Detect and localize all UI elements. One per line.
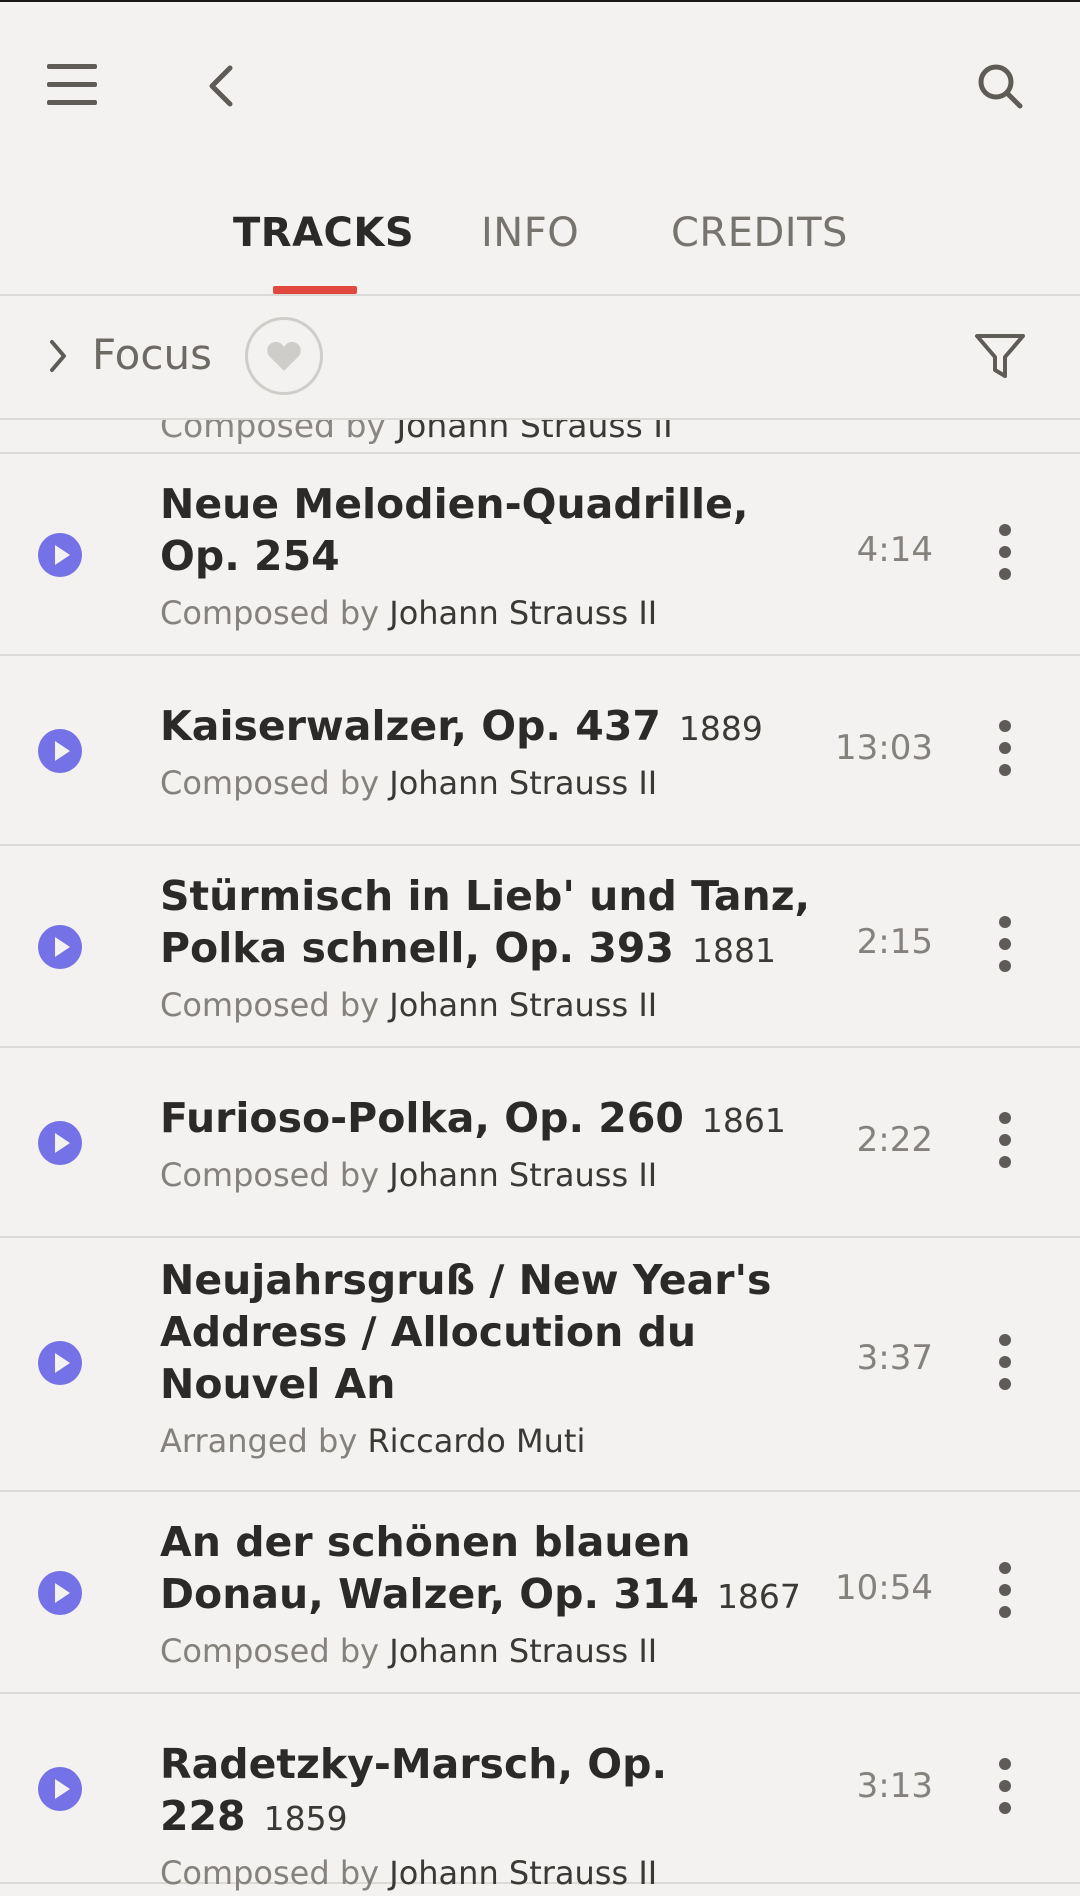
track-year: 1889	[678, 709, 763, 748]
hamburger-menu-icon[interactable]	[44, 60, 100, 110]
track-duration: 4:14	[856, 530, 933, 570]
track-row[interactable]: Kaiserwalzer, Op. 437 1889 Composed by Jo…	[0, 656, 1080, 846]
more-options-icon[interactable]	[992, 1560, 1018, 1620]
chevron-right-icon	[50, 340, 66, 372]
track-info: Radetzky-Marsch, Op. 228 1859 Composed by…	[160, 1738, 820, 1893]
tab-bar: TRACKS INFO CREDITS	[0, 190, 1080, 296]
track-row[interactable]: Neue Melodien-Quadrille, Op. 254 Compose…	[0, 454, 1080, 656]
track-duration: 2:15	[856, 922, 933, 962]
play-icon[interactable]	[37, 532, 83, 578]
track-info: Furioso-Polka, Op. 260 1861 Composed by J…	[160, 1092, 820, 1195]
play-icon[interactable]	[37, 1120, 83, 1166]
track-credit: Composed by Johann Strauss II	[160, 1632, 658, 1670]
track-credit: Arranged by Riccardo Muti	[160, 1422, 586, 1460]
track-title: Stürmisch in Lieb' und Tanz, Polka schne…	[160, 872, 811, 972]
track-year: 1861	[701, 1101, 786, 1140]
track-credit: Composed by Johann Strauss II	[160, 594, 658, 632]
track-year: 1881	[691, 931, 776, 970]
play-icon[interactable]	[37, 1570, 83, 1616]
top-app-bar	[0, 2, 1080, 170]
track-title: An der schönen blauen Donau, Walzer, Op.…	[160, 1518, 801, 1618]
play-icon[interactable]	[37, 924, 83, 970]
track-duration: 10:54	[835, 1568, 933, 1608]
track-info: Neue Melodien-Quadrille, Op. 254 Compose…	[160, 478, 820, 633]
track-year: 1867	[716, 1577, 801, 1616]
more-options-icon[interactable]	[992, 1110, 1018, 1170]
filter-bar: Focus	[0, 296, 1080, 420]
track-row[interactable]: Furioso-Polka, Op. 260 1861 Composed by J…	[0, 1048, 1080, 1238]
track-credit: Composed by Johann Strauss II	[160, 420, 673, 445]
track-title: Neue Melodien-Quadrille, Op. 254	[160, 480, 749, 580]
track-row[interactable]: Neujahrsgruß / New Year's Address / Allo…	[0, 1238, 1080, 1492]
heart-icon	[267, 341, 301, 371]
more-options-icon[interactable]	[992, 1756, 1018, 1816]
filter-icon[interactable]	[972, 328, 1028, 384]
track-duration: 3:13	[856, 1766, 933, 1806]
play-icon[interactable]	[37, 728, 83, 774]
track-duration: 3:37	[856, 1338, 933, 1378]
tab-credits[interactable]: CREDITS	[671, 210, 848, 256]
track-info: An der schönen blauen Donau, Walzer, Op.…	[160, 1516, 820, 1671]
track-info: Stürmisch in Lieb' und Tanz, Polka schne…	[160, 870, 820, 1025]
track-title: Radetzky-Marsch, Op. 228 1859	[160, 1740, 668, 1840]
more-options-icon[interactable]	[992, 914, 1018, 974]
active-tab-indicator	[273, 286, 357, 294]
track-row[interactable]: An der schönen blauen Donau, Walzer, Op.…	[0, 1492, 1080, 1694]
focus-label[interactable]: Focus	[92, 330, 212, 379]
track-row[interactable]: Stürmisch in Lieb' und Tanz, Polka schne…	[0, 846, 1080, 1048]
tab-info[interactable]: INFO	[481, 210, 579, 256]
track-credit: Composed by Johann Strauss II	[160, 986, 658, 1024]
play-icon[interactable]	[37, 1340, 83, 1386]
track-info: Kaiserwalzer, Op. 437 1889 Composed by Jo…	[160, 700, 820, 803]
track-title: Kaiserwalzer, Op. 437 1889	[160, 702, 763, 750]
track-credit: Composed by Johann Strauss II	[160, 764, 658, 802]
track-duration: 2:22	[856, 1120, 933, 1160]
list-item-partial: Composed by Johann Strauss II	[0, 420, 1080, 454]
track-credit: Composed by Johann Strauss II	[160, 1156, 658, 1194]
more-options-icon[interactable]	[992, 718, 1018, 778]
track-title: Furioso-Polka, Op. 260 1861	[160, 1094, 786, 1142]
track-title: Neujahrsgruß / New Year's Address / Allo…	[160, 1256, 772, 1408]
track-row[interactable]: Radetzky-Marsch, Op. 228 1859 Composed by…	[0, 1694, 1080, 1892]
track-credit: Composed by Johann Strauss II	[160, 1854, 658, 1892]
track-duration: 13:03	[835, 728, 933, 768]
search-icon[interactable]	[972, 58, 1028, 114]
more-options-icon[interactable]	[992, 522, 1018, 582]
chevron-left-icon[interactable]	[196, 58, 246, 114]
play-icon[interactable]	[37, 1766, 83, 1812]
tab-tracks[interactable]: TRACKS	[233, 210, 414, 256]
more-options-icon[interactable]	[992, 1332, 1018, 1392]
favorite-button[interactable]	[245, 317, 323, 395]
track-info: Neujahrsgruß / New Year's Address / Allo…	[160, 1254, 820, 1461]
track-list: Neue Melodien-Quadrille, Op. 254 Compose…	[0, 454, 1080, 1892]
track-year: 1859	[263, 1799, 348, 1838]
